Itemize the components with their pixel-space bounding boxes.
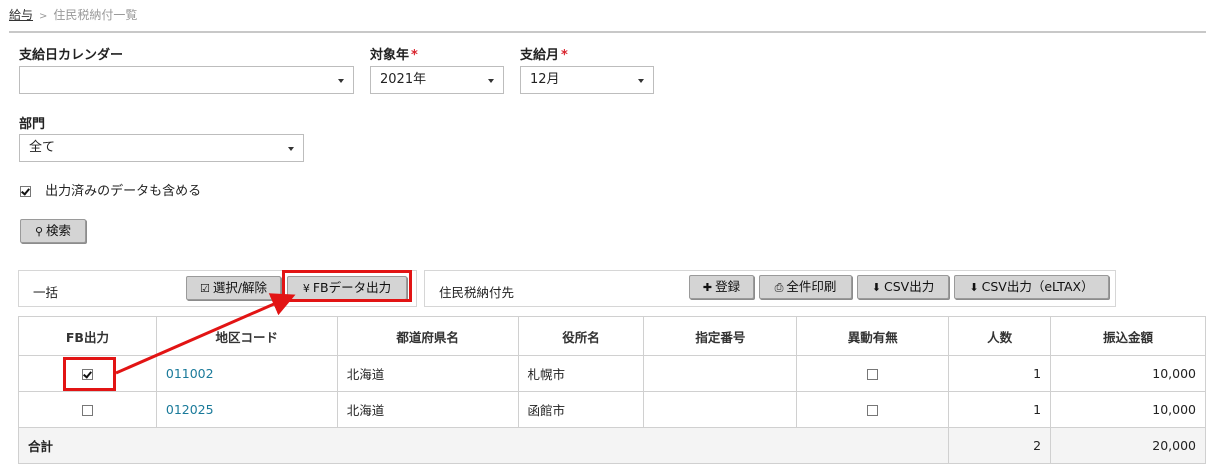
annotation-arrow — [115, 293, 296, 375]
arrow-icon — [115, 293, 296, 375]
